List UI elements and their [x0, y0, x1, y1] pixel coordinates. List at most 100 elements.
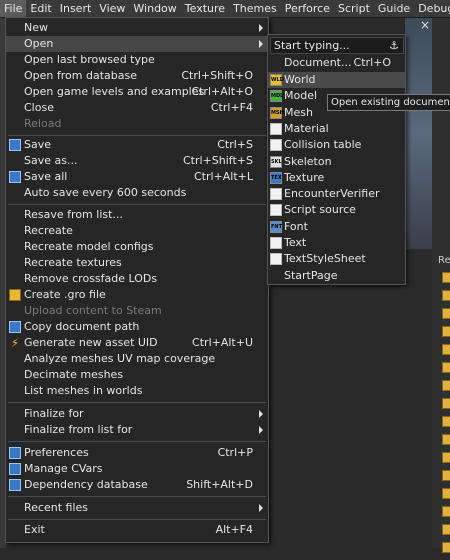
menu-item-save-all[interactable]: Save all Ctrl+Alt+L — [6, 169, 268, 185]
menu-window[interactable]: Window — [129, 0, 180, 17]
menu-item-recreate-model-configs[interactable]: Recreate model configs — [6, 239, 268, 255]
submenu-item-texture[interactable]: TEX Texture — [268, 170, 405, 186]
search-input[interactable] — [274, 38, 374, 53]
document-icon — [270, 139, 282, 152]
menu-file[interactable]: File — [0, 0, 27, 17]
menu-guide[interactable]: Guide — [374, 0, 414, 17]
submenu-arrow-icon — [259, 410, 263, 418]
tooltip: Open existing document — [327, 94, 450, 111]
file-menu: New Open Open last browsed type Open fro… — [5, 17, 269, 543]
menu-item-analyze-meshes[interactable]: Analyze meshes UV map coverage — [6, 351, 268, 367]
document-icon — [270, 253, 282, 266]
menu-item-list-meshes[interactable]: List meshes in worlds — [6, 383, 268, 399]
menu-separator — [8, 441, 266, 442]
menu-separator — [8, 204, 266, 205]
submenu-item-textstylesheet[interactable]: TextStyleSheet — [268, 251, 405, 267]
menu-item-save-as[interactable]: Save as... Ctrl+Shift+S — [6, 153, 268, 169]
menu-item-remove-crossfade[interactable]: Remove crossfade LODs — [6, 271, 268, 287]
submenu-item-label: Material — [284, 121, 329, 135]
menu-view[interactable]: View — [95, 0, 129, 17]
menu-item-create-gro[interactable]: Create .gro file — [6, 287, 268, 303]
menu-item-auto-save[interactable]: Auto save every 600 seconds — [6, 185, 268, 201]
panel-label: Re — [438, 255, 450, 266]
submenu-item-document[interactable]: Document... Ctrl+O — [268, 55, 405, 71]
menu-debug[interactable]: Debug — [414, 0, 450, 17]
save-icon — [9, 139, 21, 151]
menu-item-dependency-database[interactable]: Dependency database Shift+Alt+D — [6, 477, 268, 493]
submenu-item-script-source[interactable]: Script source — [268, 202, 405, 218]
menu-item-exit[interactable]: Exit Alt+F4 — [6, 522, 268, 538]
submenu-item-label: Mesh — [284, 105, 313, 119]
menu-item-recreate[interactable]: Recreate — [6, 223, 268, 239]
menu-item-manage-cvars[interactable]: Manage CVars — [6, 461, 268, 477]
submenu-item-world[interactable]: WLD World — [268, 72, 405, 88]
document-icon — [270, 204, 282, 217]
submenu-item-label: Font — [284, 219, 308, 233]
menu-perforce[interactable]: Perforce — [281, 0, 334, 17]
open-submenu: ⚓ Document... Ctrl+O WLDWorldMDLModelMSH… — [267, 34, 406, 285]
submenu-item-font[interactable]: FNT Font — [268, 219, 405, 235]
menu-item-new[interactable]: New — [6, 20, 268, 36]
anchor-icon[interactable]: ⚓ — [389, 38, 399, 53]
database-icon — [9, 479, 21, 491]
menu-texture[interactable]: Texture — [181, 0, 229, 17]
submenu-arrow-icon — [259, 504, 263, 512]
menu-item-finalize-for[interactable]: Finalize for — [6, 406, 268, 422]
submenu-item-label: EncounterVerifier — [284, 187, 380, 201]
menu-item-resave-from-list[interactable]: Resave from list... — [6, 207, 268, 223]
submenu-item-label: Texture — [284, 170, 325, 184]
lightning-icon: ⚡ — [10, 336, 20, 350]
menu-item-generate-uid[interactable]: ⚡ Generate new asset UID Ctrl+Alt+U — [6, 335, 268, 351]
menu-insert[interactable]: Insert — [56, 0, 96, 17]
folder-icon — [9, 289, 21, 301]
menu-item-upload-steam[interactable]: Upload content to Steam — [6, 303, 268, 319]
menu-item-open-from-database[interactable]: Open from database Ctrl+Shift+O — [6, 68, 268, 84]
menu-item-recent-files[interactable]: Recent files — [6, 500, 268, 516]
close-icon[interactable]: × — [417, 17, 433, 33]
submenu-item-label: Skeleton — [284, 154, 332, 168]
submenu-arrow-icon — [259, 40, 263, 48]
menu-item-open-last-browsed[interactable]: Open last browsed type — [6, 52, 268, 68]
menu-item-recreate-textures[interactable]: Recreate textures — [6, 255, 268, 271]
document-icon — [270, 188, 282, 201]
submenu-item-label: World — [284, 73, 316, 86]
menu-edit[interactable]: Edit — [26, 0, 55, 17]
submenu-item-skeleton[interactable]: SKL Skeleton — [268, 154, 405, 170]
submenu-item-startpage[interactable]: StartPage — [268, 268, 405, 284]
copy-icon — [9, 321, 21, 333]
save-all-icon — [9, 171, 21, 183]
menu-item-open[interactable]: Open — [6, 36, 268, 52]
submenu-item-material[interactable]: Material — [268, 121, 405, 137]
menu-script[interactable]: Script — [334, 0, 374, 17]
menu-separator — [8, 496, 266, 497]
submenu-item-encounterverifier[interactable]: EncounterVerifier — [268, 186, 405, 202]
menu-separator — [8, 402, 266, 403]
submenu-item-text[interactable]: Text — [268, 235, 405, 251]
menu-item-reload[interactable]: Reload — [6, 116, 268, 132]
menu-item-finalize-from-list[interactable]: Finalize from list for — [6, 422, 268, 438]
msh-icon: MSH — [270, 106, 284, 119]
menu-bar: File Edit Insert View Window Texture The… — [0, 0, 450, 18]
menu-item-open-game-levels[interactable]: Open game levels and examples Ctrl+Alt+O — [6, 84, 268, 100]
document-icon — [270, 122, 282, 135]
submenu-item-collision-table[interactable]: Collision table — [268, 137, 405, 153]
menu-separator — [8, 135, 266, 136]
wld-icon: WLD — [270, 74, 284, 86]
menu-item-copy-document-path[interactable]: Copy document path — [6, 319, 268, 335]
submenu-item-label: Model — [284, 89, 318, 103]
submenu-arrow-icon — [259, 426, 263, 434]
menu-themes[interactable]: Themes — [229, 0, 281, 17]
mdl-icon: MDL — [270, 90, 283, 103]
menu-item-save[interactable]: Save Ctrl+S — [6, 137, 268, 153]
menu-item-decimate-meshes[interactable]: Decimate meshes — [6, 367, 268, 383]
submenu-arrow-icon — [259, 24, 263, 32]
skl-icon: SKL — [270, 155, 282, 168]
submenu-search-box[interactable]: ⚓ — [270, 37, 404, 54]
menu-item-preferences[interactable]: Preferences Ctrl+P — [6, 445, 268, 461]
submenu-item-label: Text — [284, 236, 307, 249]
submenu-item-label: TextStyleSheet — [284, 252, 366, 266]
fnt-icon: FNT — [270, 220, 282, 233]
document-icon — [270, 237, 282, 249]
preferences-icon — [9, 447, 21, 459]
menu-item-close[interactable]: Close Ctrl+F4 — [6, 100, 268, 116]
